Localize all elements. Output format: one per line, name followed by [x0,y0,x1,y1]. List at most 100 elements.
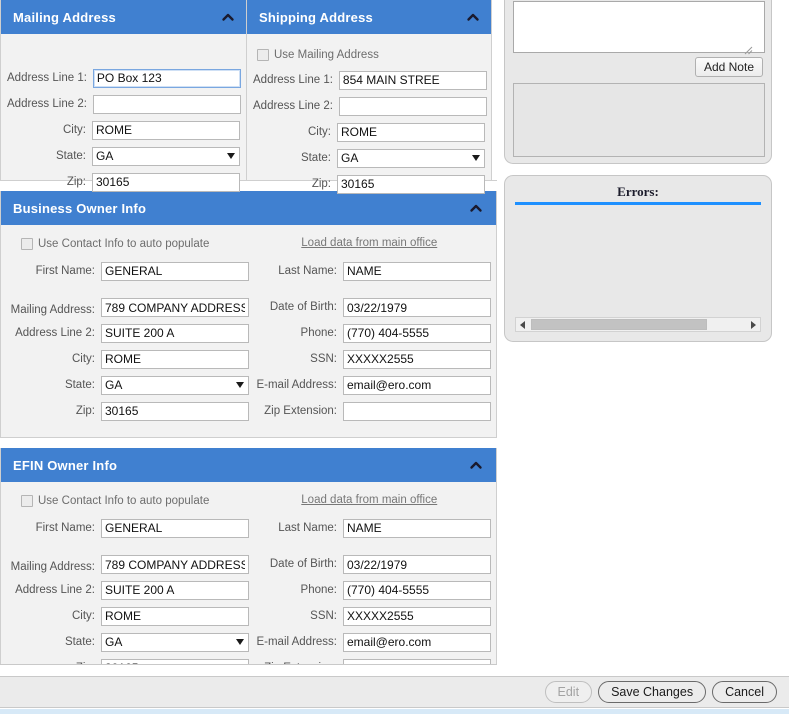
scroll-left-button[interactable] [516,318,529,331]
mailing-address-body: Address Line 1: Address Line 2: City: [1,34,246,192]
efin-owner-title: EFIN Owner Info [13,457,118,473]
edit-button[interactable]: Edit [544,681,593,703]
chevron-up-icon[interactable] [468,457,484,473]
efin-load-data-link[interactable]: Load data from main office [301,494,437,506]
scroll-right-button[interactable] [747,318,760,331]
action-bar: Edit Save Changes Cancel [0,676,789,708]
chevron-up-icon[interactable] [465,9,481,25]
efin-ssn-label: SSN: [310,610,337,622]
efin-address2-row: Address Line 2: [7,580,249,600]
efin-last-name-input[interactable] [343,518,491,538]
business-state-row: State: [7,375,249,395]
note-textarea[interactable] [513,1,765,53]
mailing-address2-input[interactable] [92,94,241,114]
efin-first-name-input[interactable] [101,518,249,538]
business-last-name-label: Last Name: [278,265,337,277]
mailing-zip-label: Zip: [66,176,86,188]
errors-list [513,205,763,301]
shipping-zip-input[interactable] [337,174,485,194]
efin-address2-input[interactable] [101,580,249,600]
business-auto-populate-checkbox[interactable] [21,238,33,250]
business-first-name-label: First Name: [35,265,95,277]
business-zip-ext-input[interactable] [343,401,491,421]
business-last-name-input[interactable] [343,261,491,281]
efin-phone-input[interactable] [343,580,491,600]
shipping-address2-control [338,96,487,116]
business-city-row: City: [7,349,249,369]
efin-first-name-label: First Name: [35,522,95,534]
business-owner-body: Use Contact Info to auto populate Load d… [1,225,496,437]
efin-phone-label: Phone: [300,584,337,596]
business-dob-row: Date of Birth: [249,287,491,317]
efin-email-input[interactable] [343,632,491,652]
shipping-address1-input[interactable] [338,70,487,90]
mailing-state-select[interactable] [92,146,240,166]
scrollbar-thumb[interactable] [531,319,707,330]
efin-auto-populate-row[interactable]: Use Contact Info to auto populate [7,492,249,510]
application-window: Mailing Address Address Line 1: Addres [0,0,789,714]
efin-owner-header[interactable]: EFIN Owner Info [1,448,496,482]
business-state-label: State: [64,379,95,391]
mailing-state-control[interactable] [92,146,240,166]
efin-city-row: City: [7,606,249,626]
save-changes-button[interactable]: Save Changes [598,681,707,703]
shipping-state-control[interactable] [337,148,485,168]
business-state-control[interactable] [101,375,249,395]
business-email-input[interactable] [343,375,491,395]
business-mailing-address-input[interactable] [101,298,249,317]
efin-address2-label: Address Line 2: [15,584,95,596]
shipping-city-row: City: [253,122,485,142]
cancel-button[interactable]: Cancel [712,681,777,703]
mailing-zip-input[interactable] [92,172,240,192]
business-city-input[interactable] [101,349,249,369]
efin-dob-input[interactable] [343,555,491,574]
use-mailing-address-row[interactable]: Use Mailing Address [257,46,485,64]
mailing-address-header[interactable]: Mailing Address [1,0,246,34]
business-zip-ext-label: Zip Extension: [264,405,337,417]
efin-state-select[interactable] [101,632,249,652]
chevron-up-icon[interactable] [220,9,236,25]
mailing-address1-row: Address Line 1: [7,68,241,88]
address-sections: Mailing Address Address Line 1: Addres [0,0,497,194]
business-address2-input[interactable] [101,323,249,343]
use-mailing-address-checkbox[interactable] [257,49,269,61]
mailing-city-row: City: [7,120,240,140]
business-zip-label: Zip: [75,405,95,417]
notes-list[interactable] [513,83,765,157]
business-owner-left-column: First Name: Mailing Address: Address Lin… [7,261,249,427]
efin-mailing-address-input[interactable] [101,555,249,574]
business-owner-header[interactable]: Business Owner Info [1,191,496,225]
shipping-address1-label: Address Line 1: [253,74,333,86]
efin-owner-body: Use Contact Info to auto populate Load d… [1,482,496,665]
business-auto-populate-row[interactable]: Use Contact Info to auto populate [7,235,249,253]
efin-auto-populate-checkbox[interactable] [21,495,33,507]
business-dob-input[interactable] [343,298,491,317]
shipping-address2-input[interactable] [338,96,487,116]
shipping-city-input[interactable] [337,122,485,142]
business-zip-input[interactable] [101,401,249,421]
efin-state-control[interactable] [101,632,249,652]
efin-city-input[interactable] [101,606,249,626]
business-first-name-input[interactable] [101,261,249,281]
business-dob-label: Date of Birth: [269,301,337,313]
errors-horizontal-scrollbar[interactable] [515,317,761,332]
shipping-zip-control [337,174,485,194]
business-ssn-row: SSN: [249,349,491,369]
shipping-state-select[interactable] [337,148,485,168]
business-phone-input[interactable] [343,323,491,343]
shipping-address1-control [338,70,487,90]
business-state-select[interactable] [101,375,249,395]
business-mailing-address-label: Mailing Address: [10,304,95,316]
business-city-label: City: [72,353,95,365]
triangle-left-icon [520,320,525,329]
shipping-city-control [337,122,485,142]
business-ssn-input[interactable] [343,349,491,369]
mailing-address1-input[interactable] [92,68,241,88]
efin-ssn-input[interactable] [343,606,491,626]
business-address2-label: Address Line 2: [15,327,95,339]
add-note-button[interactable]: Add Note [694,57,763,77]
chevron-up-icon[interactable] [468,200,484,216]
business-load-data-link[interactable]: Load data from main office [301,237,437,249]
shipping-address-header[interactable]: Shipping Address [247,0,491,34]
mailing-city-input[interactable] [92,120,240,140]
